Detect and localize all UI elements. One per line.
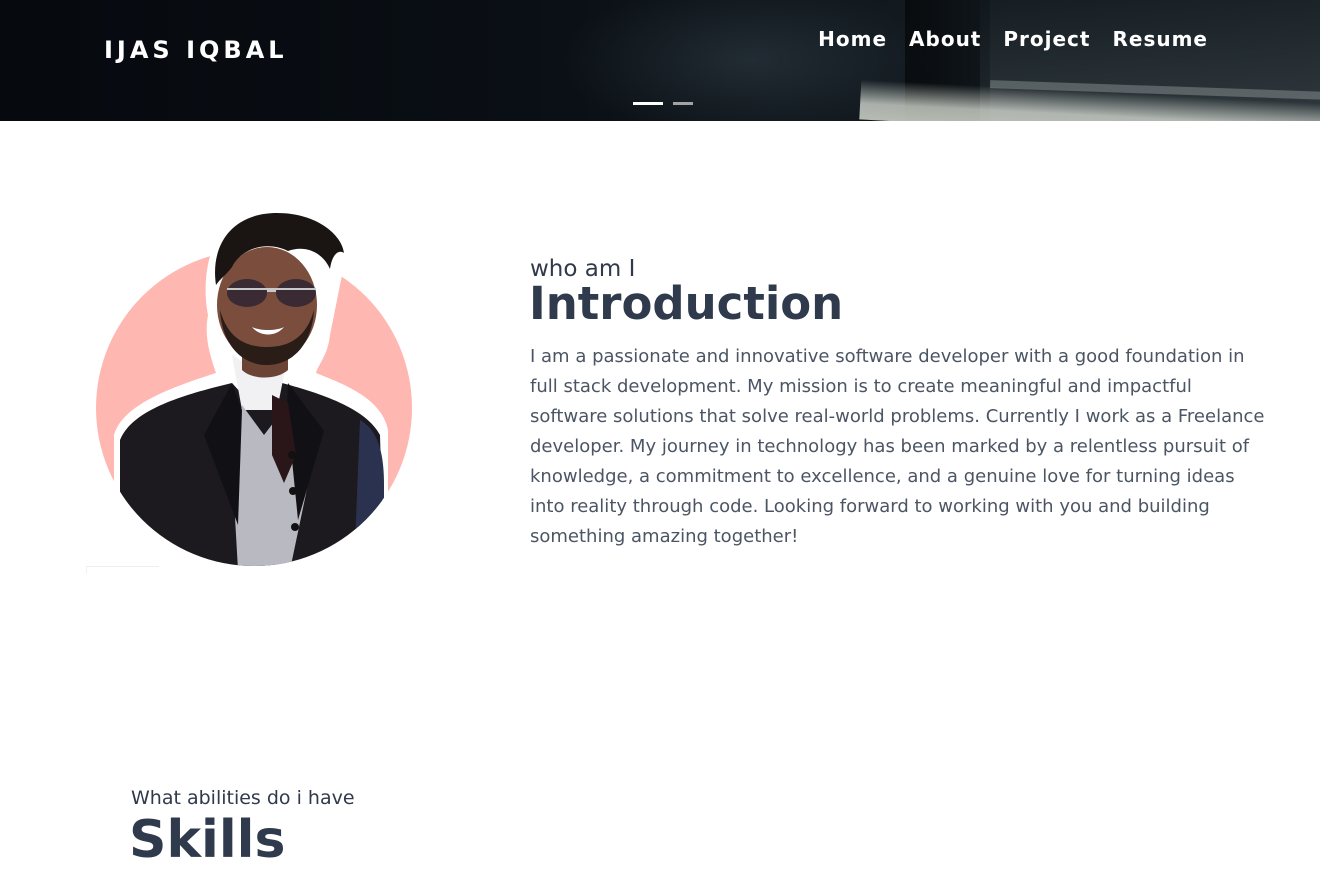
profile-photo xyxy=(92,205,422,570)
carousel-indicators xyxy=(633,102,693,105)
nav-about[interactable]: About xyxy=(909,27,981,51)
intro-paragraph: I am a passionate and innovative softwar… xyxy=(530,346,1265,547)
carousel-indicator-1[interactable] xyxy=(633,102,663,105)
photo-caption-frame xyxy=(86,566,159,574)
hero-banner: IJAS IQBAL Home About Project Resume xyxy=(0,0,1320,121)
skills-title: Skills xyxy=(129,810,286,870)
nav-project[interactable]: Project xyxy=(1003,27,1090,51)
intro-title: Introduction xyxy=(529,277,844,330)
site-brand[interactable]: IJAS IQBAL xyxy=(104,36,288,64)
carousel-indicator-2[interactable] xyxy=(673,102,693,105)
main-nav: Home About Project Resume xyxy=(818,27,1208,51)
nav-resume[interactable]: Resume xyxy=(1112,27,1208,51)
nav-home[interactable]: Home xyxy=(818,27,887,51)
